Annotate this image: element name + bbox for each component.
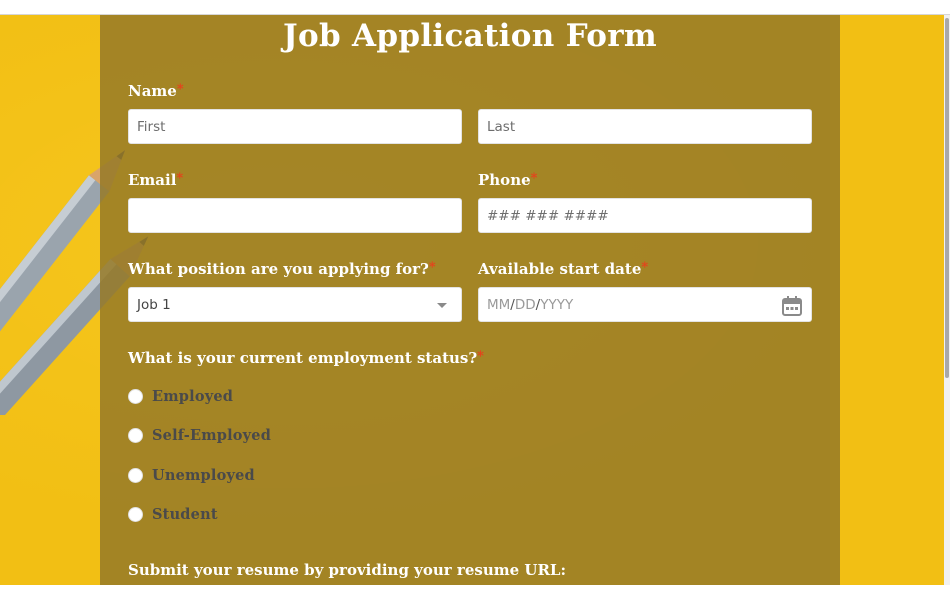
- required-mark: *: [477, 349, 484, 364]
- last-name-input[interactable]: [479, 110, 811, 143]
- position-select-value: Job 1: [137, 297, 171, 313]
- email-field[interactable]: [128, 198, 462, 233]
- required-mark: *: [530, 171, 538, 186]
- required-mark: *: [176, 171, 184, 186]
- phone-input[interactable]: [479, 199, 811, 232]
- required-mark: *: [428, 260, 436, 275]
- radio-button[interactable]: [128, 467, 143, 483]
- phone-field[interactable]: [478, 198, 812, 233]
- radio-option-employed[interactable]: Employed: [128, 386, 233, 406]
- form-title: Job Application Form: [283, 18, 657, 54]
- radio-option-student[interactable]: Student: [128, 504, 218, 524]
- chevron-down-icon[interactable]: [437, 303, 447, 308]
- radio-option-label: Self-Employed: [152, 426, 272, 444]
- name-label: Name*: [128, 82, 184, 100]
- radio-option-self-employed[interactable]: Self-Employed: [128, 425, 271, 445]
- start-date-placeholder: MM/DD/YYYY: [487, 297, 573, 313]
- employment-label: What is your current employment status?*: [128, 349, 484, 367]
- radio-option-label: Student: [152, 505, 218, 523]
- first-name-field[interactable]: [128, 109, 462, 144]
- position-select[interactable]: Job 1: [128, 287, 462, 322]
- radio-option-unemployed[interactable]: Unemployed: [128, 465, 255, 485]
- radio-option-label: Unemployed: [152, 466, 255, 484]
- form-panel: Job Application Form Name* Email* Phone*…: [100, 15, 840, 585]
- position-label-text: What position are you applying for?: [128, 260, 429, 278]
- date-year-placeholder: YYYY: [540, 297, 574, 313]
- required-mark: *: [641, 260, 649, 275]
- radio-button[interactable]: [128, 427, 143, 443]
- start-date-field[interactable]: MM/DD/YYYY: [478, 287, 812, 322]
- browser-top-edge: [0, 0, 950, 15]
- employment-label-text: What is your current employment status?: [128, 349, 478, 367]
- date-day-placeholder: DD: [514, 297, 536, 313]
- start-date-label: Available start date*: [478, 260, 648, 278]
- page-bottom-edge: [0, 585, 950, 603]
- scrollbar-thumb[interactable]: [945, 18, 949, 378]
- phone-label-text: Phone: [478, 171, 531, 189]
- calendar-icon[interactable]: [781, 295, 803, 317]
- radio-button[interactable]: [128, 506, 143, 522]
- name-label-text: Name: [128, 82, 177, 100]
- last-name-field[interactable]: [478, 109, 812, 144]
- resume-label: Submit your resume by providing your res…: [128, 561, 566, 579]
- radio-button[interactable]: [128, 388, 143, 404]
- required-mark: *: [176, 82, 184, 97]
- email-input[interactable]: [129, 199, 461, 232]
- start-date-label-text: Available start date: [478, 260, 642, 278]
- first-name-input[interactable]: [129, 110, 461, 143]
- email-label-text: Email: [128, 171, 177, 189]
- radio-option-label: Employed: [152, 387, 234, 405]
- email-label: Email*: [128, 171, 183, 189]
- date-month-placeholder: MM: [487, 297, 511, 313]
- position-label: What position are you applying for?*: [128, 260, 436, 278]
- phone-label: Phone*: [478, 171, 537, 189]
